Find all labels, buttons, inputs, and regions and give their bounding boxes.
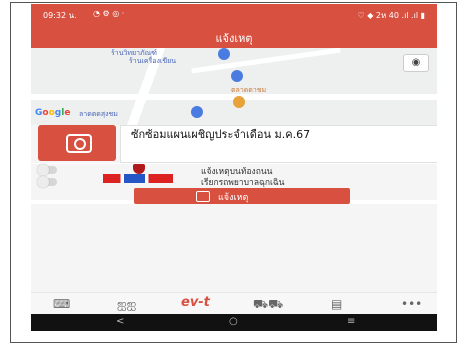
card-icon[interactable]: ▤ (331, 297, 342, 311)
home-icon[interactable]: ○ (229, 316, 238, 327)
phone-screen: 09:32 น. ◔ ⚙ ◎ · ♡ ◆ 2ห 40 .ıl .ıl ▮ แจ้… (31, 4, 437, 331)
map-pin-icon[interactable] (233, 96, 245, 108)
bottom-nav: ⌨ ஐஐ ev-t ⛟⛟ ▤ ••• (31, 292, 437, 315)
page-title: แจ้งเหตุ (215, 32, 253, 45)
police-shield-icon (133, 164, 145, 174)
map-view[interactable]: ร้านวิทยาภัณฑ์ ร้านเครื่องเขียน ตลาดตาชม… (31, 48, 437, 125)
add-photo-button[interactable] (38, 125, 116, 161)
map-road (191, 48, 341, 74)
road-report-toggle[interactable] (37, 164, 57, 176)
map-pin-icon[interactable] (218, 48, 230, 60)
notice-card[interactable]: ซักซ้อมแผนเผชิญประจำเดือน ม.ค.67 (120, 125, 437, 163)
chat-icon[interactable]: ⌨ (53, 297, 70, 311)
ambulance-label[interactable]: เรียกรถพยาบาลฉุกเฉิน (201, 175, 285, 189)
app-bar: แจ้งเหตุ (31, 24, 437, 48)
map-poi-label[interactable]: ตลาดตาชม (231, 85, 266, 96)
status-left-icons: ◔ ⚙ ◎ · (93, 9, 125, 18)
ems-logo-icon (103, 174, 173, 183)
car-icon[interactable]: ⛟⛟ (253, 297, 283, 313)
menu-icon[interactable]: ≡ (347, 316, 355, 327)
status-time: 09:32 น. (43, 11, 77, 20)
report-icon (196, 191, 210, 202)
report-button-label: แจ้งเหตุ (218, 193, 249, 203)
system-nav-bar: < ○ ≡ (31, 314, 437, 331)
back-icon[interactable]: < (116, 316, 124, 327)
report-button[interactable]: แจ้งเหตุ (134, 188, 350, 204)
status-bar: 09:32 น. ◔ ⚙ ◎ · ♡ ◆ 2ห 40 .ıl .ıl ▮ (31, 4, 437, 24)
google-logo: Google (35, 108, 71, 118)
camera-lens-icon (74, 138, 86, 150)
notice-text: ซักซ้อมแผนเผชิญประจำเดือน ม.ค.67 (131, 128, 311, 141)
map-poi-label[interactable]: ลาดตดสุงชม (79, 109, 118, 120)
logo-icon[interactable]: ev-t (181, 295, 210, 310)
people-icon[interactable]: ஐஐ (117, 297, 136, 313)
more-icon[interactable]: ••• (401, 297, 422, 311)
status-right-icons: ♡ ◆ 2ห 40 .ıl .ıl ▮ (357, 11, 425, 20)
content-area (31, 204, 437, 292)
map-pin-icon[interactable] (191, 106, 203, 118)
notice-row: ซักซ้อมแผนเผชิญประจำเดือน ม.ค.67 (31, 125, 437, 163)
map-poi-sublabel: ร้านเครื่องเขียน (129, 57, 176, 65)
ambulance-toggle[interactable] (37, 176, 57, 188)
target-icon[interactable]: ◉ (403, 54, 429, 72)
map-pin-icon[interactable] (231, 70, 243, 82)
